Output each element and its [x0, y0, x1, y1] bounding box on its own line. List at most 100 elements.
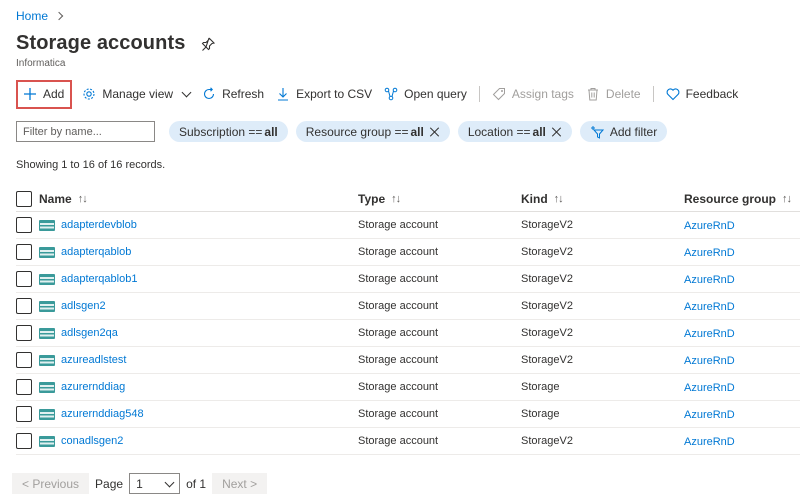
location-filter-value: all [532, 124, 546, 139]
row-checkbox[interactable] [16, 406, 32, 422]
breadcrumb-home[interactable]: Home [16, 9, 48, 23]
resource-group-link[interactable]: AzureRnD [684, 274, 735, 286]
resource-type: Storage account [358, 354, 439, 366]
resource-kind: StorageV2 [521, 219, 573, 231]
resource-type: Storage account [358, 246, 439, 258]
resource-kind: StorageV2 [521, 327, 573, 339]
resource-group-link[interactable]: AzureRnD [684, 409, 735, 421]
resource-type: Storage account [358, 300, 439, 312]
resource-group-filter-pill[interactable]: Resource group == all [295, 121, 450, 142]
refresh-label: Refresh [222, 87, 265, 101]
resource-group-link[interactable]: AzureRnD [684, 355, 735, 367]
row-checkbox[interactable] [16, 298, 32, 314]
add-filter-label: Add filter [609, 124, 658, 139]
resource-group-filter-label: Resource group == [305, 124, 409, 139]
column-type-label: Type [358, 191, 386, 206]
column-kind-label: Kind [521, 191, 548, 206]
row-checkbox[interactable] [16, 352, 32, 368]
filter-by-name-input[interactable] [16, 121, 155, 142]
resource-kind: Storage [521, 408, 560, 420]
query-icon [384, 87, 398, 101]
storage-account-icon [39, 246, 55, 258]
sort-icon: ↑↓ [391, 192, 401, 205]
column-header-type[interactable]: Type ↑↓ [358, 192, 521, 206]
resource-group-link[interactable]: AzureRnD [684, 436, 735, 448]
resource-type: Storage account [358, 408, 439, 420]
add-filter-button[interactable]: Add filter [579, 121, 668, 142]
resource-name-link[interactable]: adapterqablob [61, 246, 131, 258]
resource-type: Storage account [358, 327, 439, 339]
sort-icon: ↑↓ [77, 192, 88, 205]
table-body: adapterdevblob Storage account StorageV2 Az… [16, 212, 800, 455]
location-filter-pill[interactable]: Location == all [457, 121, 572, 142]
open-query-button[interactable]: Open query [378, 80, 473, 108]
add-button[interactable]: Add [16, 79, 73, 109]
trash-icon [586, 87, 600, 101]
column-header-resource-group[interactable]: Resource group ↑↓ [684, 192, 800, 206]
column-name-label: Name [39, 191, 72, 206]
delete-button[interactable]: Delete [580, 80, 647, 108]
close-icon[interactable] [552, 127, 562, 137]
manage-view-button[interactable]: Manage view [76, 80, 196, 108]
column-header-name[interactable]: Name ↑↓ [39, 192, 358, 206]
sort-icon: ↑↓ [782, 192, 792, 205]
table-row: adapterqablob1 Storage account StorageV2 Az… [16, 266, 800, 293]
row-checkbox[interactable] [16, 244, 32, 260]
assign-tags-button[interactable]: Assign tags [486, 80, 580, 108]
refresh-button[interactable]: Refresh [196, 80, 270, 108]
resource-name-link[interactable]: adlsgen2qa [61, 327, 118, 339]
page-select[interactable]: 1 [129, 473, 181, 494]
subscription-filter-pill[interactable]: Subscription == all [169, 121, 288, 142]
close-icon[interactable] [430, 127, 440, 137]
page-title: Storage accounts [16, 32, 186, 54]
row-checkbox[interactable] [16, 271, 32, 287]
resource-kind: StorageV2 [521, 354, 573, 366]
pagination: < Previous Page 1 of 1 Next > [12, 473, 268, 494]
column-header-kind[interactable]: Kind ↑↓ [521, 192, 684, 206]
storage-account-icon [39, 219, 55, 231]
page-select-value: 1 [136, 476, 143, 491]
refresh-icon [202, 87, 216, 101]
resource-name-link[interactable]: azureadlstest [61, 354, 126, 366]
resource-name-link[interactable]: adlsgen2 [61, 300, 106, 312]
resource-name-link[interactable]: azurernddiag548 [61, 408, 144, 420]
export-csv-label: Export to CSV [296, 87, 373, 101]
storage-account-icon [39, 327, 55, 339]
previous-page-button[interactable]: < Previous [12, 473, 90, 494]
resource-group-link[interactable]: AzureRnD [684, 247, 735, 259]
resource-kind: StorageV2 [521, 273, 573, 285]
row-checkbox[interactable] [16, 379, 32, 395]
row-checkbox[interactable] [16, 433, 32, 449]
resource-group-link[interactable]: AzureRnD [684, 301, 735, 313]
resource-type: Storage account [358, 381, 439, 393]
resource-name-link[interactable]: azurernddiag [61, 381, 125, 393]
page-label: Page [95, 476, 124, 491]
resource-name-link[interactable]: conadlsgen2 [61, 435, 123, 447]
export-csv-button[interactable]: Export to CSV [270, 80, 378, 108]
row-checkbox[interactable] [16, 217, 32, 233]
gear-icon [82, 87, 96, 101]
row-checkbox[interactable] [16, 325, 32, 341]
resources-table: Name ↑↓ Type ↑↓ Kind ↑↓ Resource group ↑… [16, 186, 800, 455]
resource-group-link[interactable]: AzureRnD [684, 220, 735, 232]
open-query-label: Open query [404, 87, 467, 101]
resource-name-link[interactable]: adapterqablob1 [61, 273, 137, 285]
feedback-button[interactable]: Feedback [660, 80, 745, 108]
resource-group-link[interactable]: AzureRnD [684, 382, 735, 394]
resource-kind: StorageV2 [521, 300, 573, 312]
resource-name-link[interactable]: adapterdevblob [61, 219, 137, 231]
table-row: conadlsgen2 Storage account StorageV2 Azure… [16, 428, 800, 455]
resource-group-link[interactable]: AzureRnD [684, 328, 735, 340]
resource-type: Storage account [358, 219, 439, 231]
table-row: azurernddiag Storage account Storage AzureR… [16, 374, 800, 401]
location-filter-label: Location == [467, 124, 531, 139]
pin-icon[interactable] [201, 37, 216, 51]
resource-kind: Storage [521, 381, 560, 393]
next-page-button[interactable]: Next > [212, 473, 268, 494]
select-all-checkbox[interactable] [16, 190, 32, 207]
storage-account-icon [39, 354, 55, 366]
delete-label: Delete [605, 87, 641, 101]
chevron-down-icon [181, 87, 192, 98]
subscription-filter-value: all [264, 124, 278, 139]
subscription-filter-label: Subscription == [179, 124, 263, 139]
